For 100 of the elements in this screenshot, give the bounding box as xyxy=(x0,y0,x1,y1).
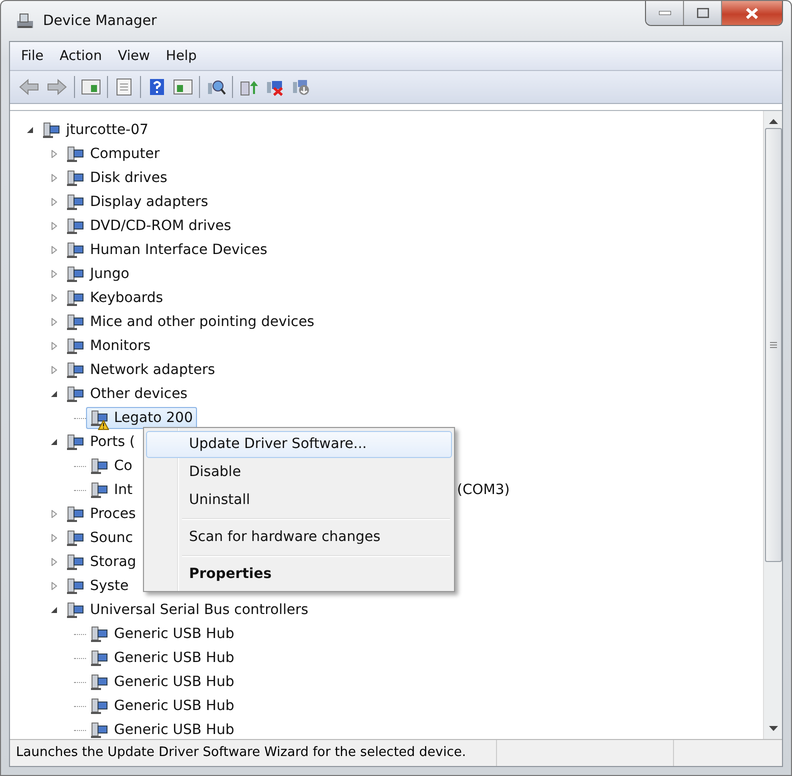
scan-icon[interactable] xyxy=(206,78,226,96)
tree-item[interactable]: Legato 200 xyxy=(86,407,197,429)
close-icon xyxy=(745,8,759,18)
scroll-down-icon[interactable] xyxy=(768,726,778,731)
tree-item[interactable]: Jungo xyxy=(62,263,134,285)
tree-item[interactable]: Keyboards xyxy=(62,287,168,309)
device-icon xyxy=(65,385,85,403)
expand-arrow-icon[interactable] xyxy=(50,294,58,302)
maximize-icon xyxy=(696,8,708,18)
minimize-icon xyxy=(658,11,670,15)
tree-item[interactable]: Universal Serial Bus controllers xyxy=(62,599,312,621)
tree-item[interactable]: Display adapters xyxy=(62,191,212,213)
collapse-arrow-icon[interactable] xyxy=(26,126,34,134)
help-icon[interactable] xyxy=(147,78,167,96)
tree-item[interactable]: Mice and other pointing devices xyxy=(62,311,318,333)
tree-item[interactable]: Int xyxy=(86,479,136,501)
tree-item[interactable]: Disk drives xyxy=(62,167,172,189)
expand-arrow-icon[interactable] xyxy=(50,246,58,254)
collapse-arrow-icon[interactable] xyxy=(50,438,58,446)
maximize-button[interactable] xyxy=(684,1,722,25)
expand-arrow-icon[interactable] xyxy=(50,318,58,326)
context-menu-item[interactable]: Properties xyxy=(146,561,452,588)
device-icon xyxy=(89,721,109,739)
device-icon xyxy=(65,337,85,355)
tree-item[interactable]: Generic USB Hub xyxy=(86,719,238,739)
context-menu-item[interactable]: Disable xyxy=(146,459,452,486)
tree-item[interactable]: Other devices xyxy=(62,383,192,405)
back-icon[interactable] xyxy=(18,78,40,96)
tree-item[interactable]: jturcotte-07 xyxy=(38,119,152,141)
context-menu-item[interactable]: Uninstall xyxy=(146,487,452,514)
collapse-arrow-icon[interactable] xyxy=(50,606,58,614)
close-button[interactable] xyxy=(722,1,782,25)
device-icon xyxy=(65,145,85,163)
tree-item[interactable]: Co xyxy=(86,455,136,477)
expand-arrow-icon[interactable] xyxy=(50,366,58,374)
device-icon xyxy=(89,673,109,691)
device-icon xyxy=(89,649,109,667)
tree-item[interactable]: Proces xyxy=(62,503,140,525)
tree-item[interactable]: Storag xyxy=(62,551,140,573)
tree-item[interactable]: Ports ( xyxy=(62,431,139,453)
device-icon xyxy=(65,529,85,547)
uninstall-icon[interactable] xyxy=(265,78,285,96)
minimize-button[interactable] xyxy=(646,1,684,25)
tree-item[interactable]: Generic USB Hub xyxy=(86,671,238,693)
device-icon xyxy=(65,241,85,259)
tree-item[interactable]: Monitors xyxy=(62,335,155,357)
tree-item-suffix: (COM3) xyxy=(457,482,510,498)
scroll-thumb[interactable] xyxy=(764,128,782,562)
panel-icon[interactable] xyxy=(173,78,193,96)
collapse-arrow-icon[interactable] xyxy=(50,390,58,398)
tree-item[interactable]: Network adapters xyxy=(62,359,219,381)
context-menu-item[interactable]: Scan for hardware changes xyxy=(146,524,452,551)
device-icon xyxy=(89,481,109,499)
tree-item[interactable]: Generic USB Hub xyxy=(86,695,238,717)
device-icon xyxy=(65,217,85,235)
menu-item[interactable]: View xyxy=(112,46,155,66)
context-menu-item[interactable]: Update Driver Software... xyxy=(146,431,452,458)
grip-icon xyxy=(770,342,776,348)
device-icon xyxy=(89,409,109,427)
tree-item[interactable]: Syste xyxy=(62,575,133,597)
menu-item[interactable]: Action xyxy=(54,46,107,66)
device-icon xyxy=(65,601,85,619)
expand-arrow-icon[interactable] xyxy=(50,174,58,182)
properties-icon[interactable] xyxy=(114,78,134,96)
expand-arrow-icon[interactable] xyxy=(50,510,58,518)
device-icon xyxy=(65,313,85,331)
device-icon xyxy=(65,553,85,571)
expand-arrow-icon[interactable] xyxy=(50,582,58,590)
tree-item[interactable]: Human Interface Devices xyxy=(62,239,272,261)
expand-arrow-icon[interactable] xyxy=(50,150,58,158)
tree-item[interactable]: DVD/CD-ROM drives xyxy=(62,215,236,237)
scroll-up-icon[interactable] xyxy=(768,119,778,124)
tree-item[interactable]: Sounc xyxy=(62,527,137,549)
device-icon xyxy=(89,697,109,715)
expand-arrow-icon[interactable] xyxy=(50,534,58,542)
device-icon xyxy=(65,505,85,523)
forward-icon[interactable] xyxy=(46,78,68,96)
status-text: Launches the Update Driver Software Wizard for the selected device. xyxy=(10,740,497,766)
computer-icon xyxy=(15,11,35,31)
device-icon xyxy=(65,289,85,307)
expand-arrow-icon[interactable] xyxy=(50,270,58,278)
expand-arrow-icon[interactable] xyxy=(50,558,58,566)
window-title: Device Manager xyxy=(43,13,157,29)
tree-item[interactable]: Computer xyxy=(62,143,164,165)
tree-item[interactable]: Generic USB Hub xyxy=(86,647,238,669)
tree-item[interactable]: Generic USB Hub xyxy=(86,623,238,645)
expand-arrow-icon[interactable] xyxy=(50,222,58,230)
panel-icon[interactable] xyxy=(81,78,101,96)
expand-arrow-icon[interactable] xyxy=(50,342,58,350)
device-icon xyxy=(89,457,109,475)
device-icon xyxy=(65,577,85,595)
device-icon xyxy=(65,193,85,211)
device-icon xyxy=(65,169,85,187)
device-icon xyxy=(65,361,85,379)
menu-item[interactable]: File xyxy=(16,46,49,66)
expand-arrow-icon[interactable] xyxy=(50,198,58,206)
vertical-scrollbar[interactable] xyxy=(763,111,782,739)
menu-item[interactable]: Help xyxy=(160,46,202,66)
device-icon xyxy=(41,121,61,139)
device-icon xyxy=(65,265,85,283)
